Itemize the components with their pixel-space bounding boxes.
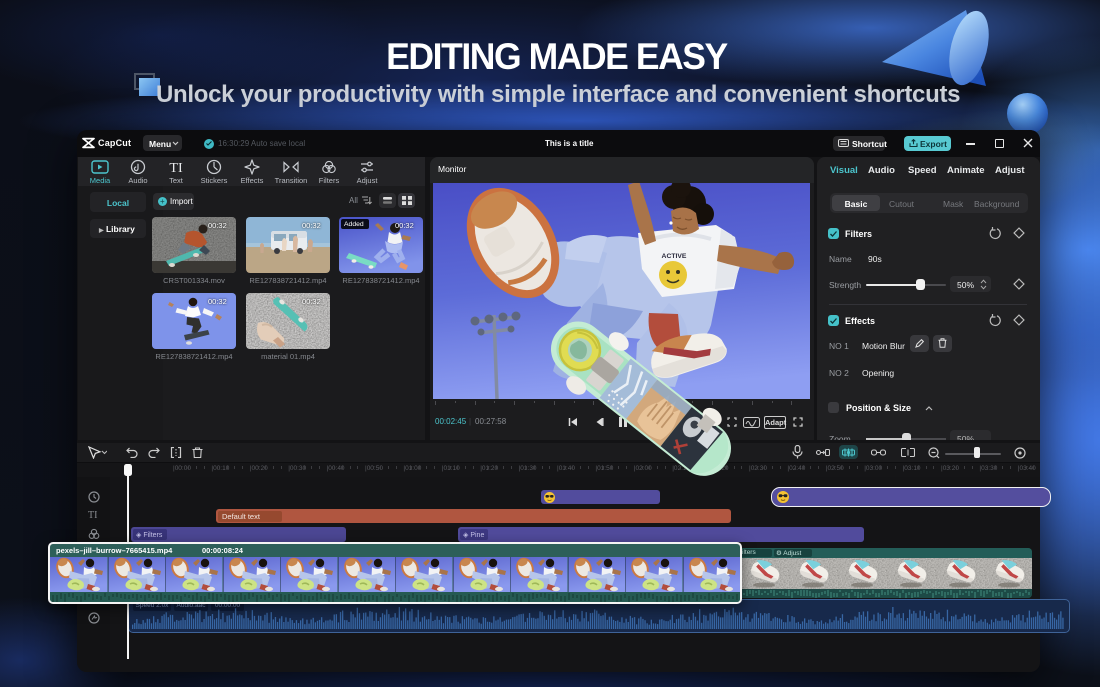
svg-text:TI: TI bbox=[169, 161, 183, 175]
svg-text:ACTIVE: ACTIVE bbox=[662, 253, 687, 260]
